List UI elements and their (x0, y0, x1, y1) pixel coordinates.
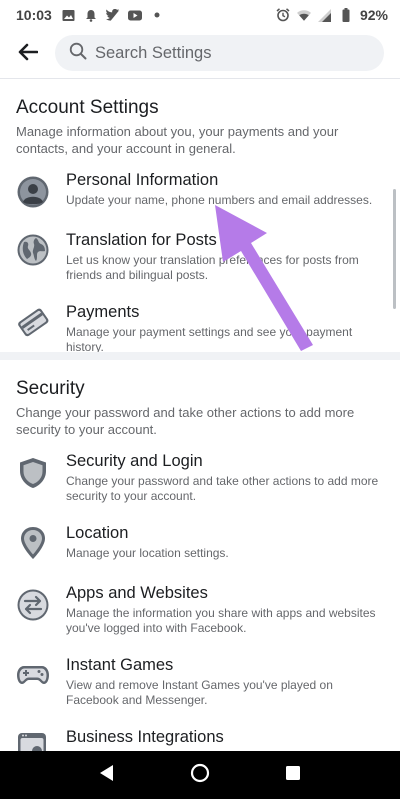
settings-item-description: View and remove Instant Games you've pla… (66, 678, 333, 707)
settings-item-description: Let us know your translation preferences… (66, 253, 359, 282)
settings-item-description: Update your name, phone numbers and emai… (66, 193, 373, 207)
recents-square-icon (285, 765, 301, 786)
home-circle-icon (190, 763, 210, 788)
nav-recents-button[interactable] (273, 755, 313, 795)
search-bar[interactable]: Search Settings (55, 35, 384, 71)
back-triangle-icon (99, 764, 115, 787)
android-nav-bar (0, 751, 400, 799)
globe-icon (16, 233, 50, 267)
settings-item-description: Change your password and take other acti… (66, 474, 379, 503)
person-avatar-icon (16, 175, 50, 209)
signal-icon (318, 8, 332, 22)
twitter-icon (105, 8, 120, 22)
settings-item-title: Instant Games (66, 656, 174, 674)
section-separator (0, 352, 400, 360)
settings-item-title: Location (66, 524, 129, 542)
nav-back-button[interactable] (87, 755, 127, 795)
settings-item-title: Personal Information (66, 171, 219, 189)
settings-item-personal-information[interactable]: Personal Information Update your name, p… (0, 171, 400, 221)
status-left-icons (62, 8, 164, 22)
image-icon (62, 8, 76, 22)
status-right-icons: 92% (276, 7, 388, 23)
settings-item-translation-for-posts[interactable]: Translation for Posts Let us know your t… (0, 231, 400, 291)
shield-icon (16, 456, 50, 490)
scrollbar[interactable] (393, 189, 396, 309)
settings-item-location[interactable]: Location Manage your location settings. (0, 524, 400, 570)
gamepad-icon (16, 658, 50, 692)
settings-item-title: Security and Login (66, 452, 203, 470)
settings-item-description: Manage your location settings. (66, 546, 229, 560)
security-description: Change your password and take other acti… (16, 405, 355, 437)
settings-item-title: Apps and Websites (66, 584, 208, 602)
settings-item-title: Translation for Posts (66, 231, 217, 249)
security-title: Security (16, 378, 85, 399)
settings-item-description: Manage your payment settings and see you… (66, 325, 353, 354)
dot-icon (150, 8, 164, 22)
payment-card-icon (16, 305, 50, 339)
apps-swap-icon (16, 588, 50, 622)
nav-home-button[interactable] (180, 755, 220, 795)
settings-item-security-and-login[interactable]: Security and Login Change your password … (0, 452, 400, 508)
settings-item-payments[interactable]: Payments Manage your payment settings an… (0, 303, 400, 354)
back-button[interactable] (8, 34, 48, 74)
app-header: Search Settings (0, 30, 400, 78)
battery-icon (339, 8, 353, 22)
settings-item-title: Business Integrations (66, 728, 224, 746)
search-icon (69, 42, 87, 65)
account-settings-title: Account Settings (16, 97, 159, 118)
status-bar: 10:03 92% (0, 0, 400, 30)
search-placeholder: Search Settings (95, 43, 212, 62)
alarm-icon (276, 8, 290, 22)
back-arrow-icon (18, 43, 39, 66)
settings-item-business-integrations[interactable]: Business Integrations (0, 728, 400, 751)
youtube-icon (127, 8, 142, 22)
settings-list[interactable]: Account Settings Manage information abou… (0, 79, 400, 751)
notification-bell-icon (84, 8, 98, 22)
status-time: 10:03 (16, 7, 52, 23)
settings-item-description: Manage the information you share with ap… (66, 606, 376, 635)
account-settings-description: Manage information about you, your payme… (16, 124, 339, 156)
location-pin-icon (16, 526, 50, 560)
settings-item-instant-games[interactable]: Instant Games View and remove Instant Ga… (0, 656, 400, 716)
settings-item-apps-and-websites[interactable]: Apps and Websites Manage the information… (0, 584, 400, 644)
battery-percentage: 92% (359, 7, 388, 23)
settings-item-title: Payments (66, 303, 140, 321)
wifi-icon (296, 8, 311, 22)
business-integrations-icon (16, 730, 50, 751)
